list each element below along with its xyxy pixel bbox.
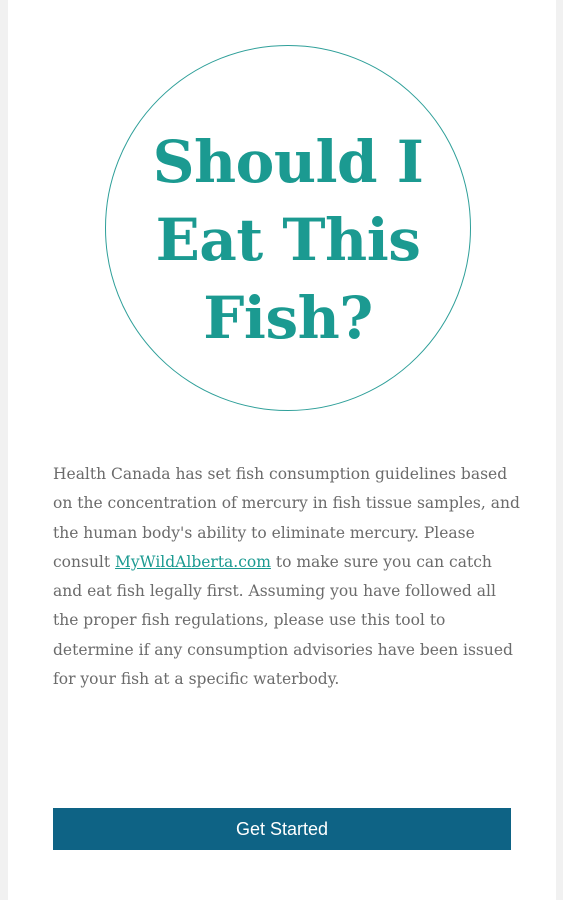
content-card: Should I Eat This Fish? Health Canada ha… <box>8 0 556 900</box>
intro-paragraph: Health Canada has set fish consumption g… <box>53 460 523 694</box>
get-started-button[interactable]: Get Started <box>53 808 511 850</box>
mywildalberta-link[interactable]: MyWildAlberta.com <box>115 553 271 571</box>
intro-text-after-link: to make sure you can catch and eat fish … <box>53 552 513 689</box>
title-circle: Should I Eat This Fish? <box>105 45 471 411</box>
page-title: Should I Eat This Fish? <box>152 128 424 352</box>
